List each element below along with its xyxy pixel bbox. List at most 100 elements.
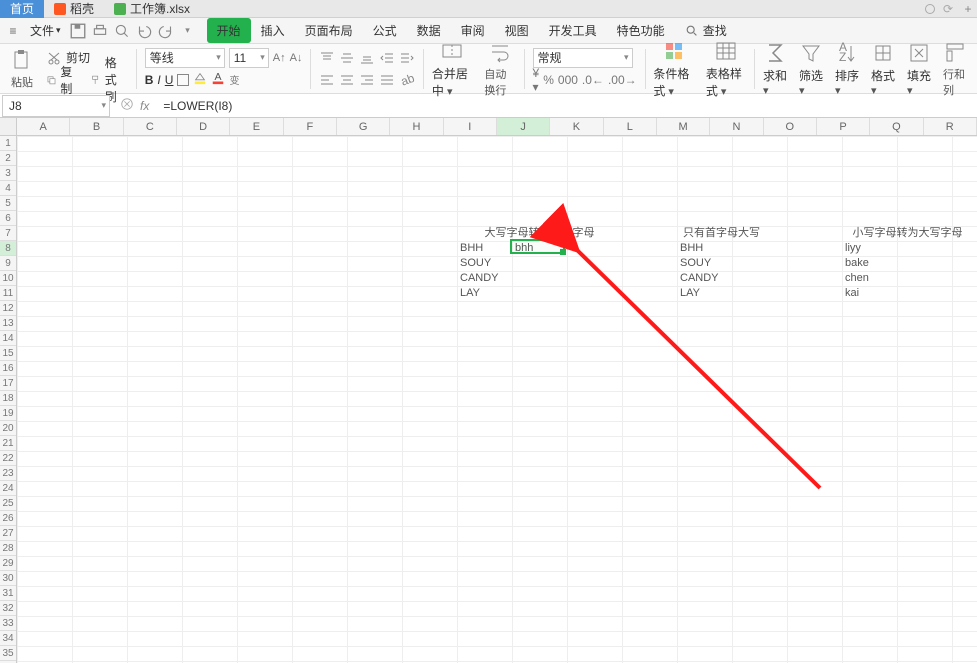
row-header-34[interactable]: 34 — [0, 631, 16, 646]
row-header-12[interactable]: 12 — [0, 301, 16, 316]
cell-M9[interactable]: SOUY — [677, 256, 732, 271]
tab-daoke[interactable]: 稻壳 — [44, 0, 104, 18]
row-header-35[interactable]: 35 — [0, 646, 16, 661]
row-header-27[interactable]: 27 — [0, 526, 16, 541]
row-header-2[interactable]: 2 — [0, 151, 16, 166]
formula-input[interactable]: =LOWER(I8) — [157, 95, 977, 117]
cell-J8[interactable]: bhh — [512, 241, 567, 256]
select-all-corner[interactable] — [0, 118, 17, 136]
row-header-19[interactable]: 19 — [0, 406, 16, 421]
col-header-R[interactable]: R — [924, 118, 977, 135]
col-header-G[interactable]: G — [337, 118, 390, 135]
row-header-18[interactable]: 18 — [0, 391, 16, 406]
font-color-button[interactable]: A — [211, 71, 225, 88]
condfmt-group[interactable]: 条件格式 ▾ — [647, 44, 699, 93]
tablestyle-group[interactable]: 表格样式 ▾ — [700, 44, 752, 93]
cell-P10[interactable]: chen — [842, 271, 897, 286]
sort-group[interactable]: AZ 排序 ▾ — [829, 44, 865, 93]
row-header-1[interactable]: 1 — [0, 136, 16, 151]
row-header-21[interactable]: 21 — [0, 436, 16, 451]
align-justify-icon[interactable] — [379, 72, 395, 88]
align-middle-icon[interactable] — [339, 50, 355, 66]
merge-group[interactable]: 合并居中 ▾ — [426, 44, 478, 93]
col-header-O[interactable]: O — [764, 118, 817, 135]
italic-button[interactable]: I — [157, 73, 160, 87]
ribbon-tab-formula[interactable]: 公式 — [363, 18, 407, 43]
row-header-13[interactable]: 13 — [0, 316, 16, 331]
copy-icon[interactable] — [46, 72, 56, 88]
col-header-J[interactable]: J — [497, 118, 550, 135]
col-header-E[interactable]: E — [230, 118, 283, 135]
cell-P9[interactable]: bake — [842, 256, 897, 271]
col-header-K[interactable]: K — [550, 118, 603, 135]
percent-icon[interactable]: % — [543, 73, 554, 87]
phonetic-button[interactable]: 变 — [229, 72, 239, 87]
format-group[interactable]: 格式 ▾ — [865, 44, 901, 93]
sum-group[interactable]: 求和 ▾ — [757, 44, 793, 93]
decimal-inc-icon[interactable]: .0← — [582, 73, 604, 87]
row-header-24[interactable]: 24 — [0, 481, 16, 496]
cell-M11[interactable]: LAY — [677, 286, 732, 301]
bold-button[interactable]: B — [145, 73, 154, 87]
cancel-formula-icon[interactable] — [120, 97, 134, 114]
align-center-icon[interactable] — [339, 72, 355, 88]
col-header-I[interactable]: I — [444, 118, 497, 135]
tab-workbook[interactable]: 工作簿.xlsx — [104, 0, 200, 18]
preview-icon[interactable] — [113, 22, 131, 40]
row-header-3[interactable]: 3 — [0, 166, 16, 181]
menu-icon[interactable]: ≡ — [4, 22, 22, 40]
print-icon[interactable] — [91, 22, 109, 40]
row-header-9[interactable]: 9 — [0, 256, 16, 271]
orientation-icon[interactable]: ab — [399, 72, 415, 88]
row-header-11[interactable]: 11 — [0, 286, 16, 301]
row-header-14[interactable]: 14 — [0, 331, 16, 346]
col-header-D[interactable]: D — [177, 118, 230, 135]
wrap-group[interactable]: 自动换行 — [478, 44, 521, 93]
align-left-icon[interactable] — [319, 72, 335, 88]
row-header-30[interactable]: 30 — [0, 571, 16, 586]
col-header-P[interactable]: P — [817, 118, 870, 135]
row-header-17[interactable]: 17 — [0, 376, 16, 391]
row-header-6[interactable]: 6 — [0, 211, 16, 226]
col-header-N[interactable]: N — [710, 118, 763, 135]
col-header-F[interactable]: F — [284, 118, 337, 135]
filter-group[interactable]: 筛选 ▾ — [793, 44, 829, 93]
row-header-16[interactable]: 16 — [0, 361, 16, 376]
align-top-icon[interactable] — [319, 50, 335, 66]
cell-I11[interactable]: LAY — [457, 286, 512, 301]
row-header-25[interactable]: 25 — [0, 496, 16, 511]
row-header-10[interactable]: 10 — [0, 271, 16, 286]
cell-header1[interactable]: 大写字母转为小写字母 — [457, 226, 622, 241]
row-header-31[interactable]: 31 — [0, 586, 16, 601]
cell-I9[interactable]: SOUY — [457, 256, 512, 271]
rowcol-group[interactable]: 行和列 — [937, 44, 973, 93]
shrink-font-icon[interactable]: A↓ — [290, 52, 303, 64]
row-header-26[interactable]: 26 — [0, 511, 16, 526]
format-painter-icon[interactable] — [90, 72, 100, 88]
align-bottom-icon[interactable] — [359, 50, 375, 66]
underline-button[interactable]: U — [165, 73, 174, 87]
number-format-select[interactable]: 常规 — [533, 48, 633, 68]
comma-icon[interactable]: 000 — [558, 73, 578, 87]
fill-color-button[interactable] — [193, 71, 207, 88]
font-select[interactable]: 等线 — [145, 48, 225, 68]
indent-decrease-icon[interactable] — [379, 50, 395, 66]
cells-area[interactable]: 大写字母转为小写字母 只有首字母大写 小写字母转为大写字母 BHH SOUY C… — [17, 136, 977, 663]
align-right-icon[interactable] — [359, 72, 375, 88]
cell-M10[interactable]: CANDY — [677, 271, 732, 286]
fill-group[interactable]: 填充 ▾ — [901, 44, 937, 93]
row-header-33[interactable]: 33 — [0, 616, 16, 631]
paste-group[interactable]: 粘贴 — [4, 44, 40, 93]
tab-home[interactable]: 首页 — [0, 0, 44, 18]
row-header-28[interactable]: 28 — [0, 541, 16, 556]
tab-add-button[interactable]: + — [959, 2, 977, 16]
ribbon-tab-start[interactable]: 开始 — [207, 18, 251, 43]
col-header-B[interactable]: B — [70, 118, 123, 135]
row-header-22[interactable]: 22 — [0, 451, 16, 466]
row-header-5[interactable]: 5 — [0, 196, 16, 211]
border-button[interactable] — [177, 74, 189, 86]
cell-I8[interactable]: BHH — [457, 241, 512, 256]
tab-forward-icon[interactable]: ⟳ — [943, 2, 953, 16]
redo-icon[interactable] — [157, 22, 175, 40]
copy-label[interactable]: 复制 — [60, 63, 75, 97]
